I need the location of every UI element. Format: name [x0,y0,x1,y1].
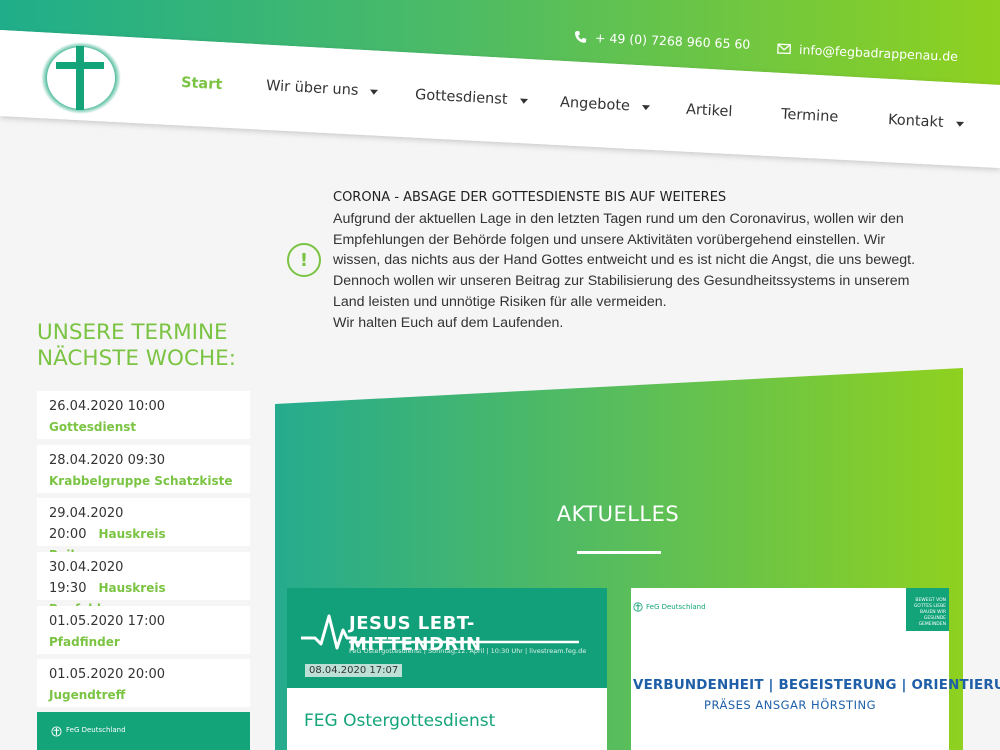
termine-banner[interactable]: FeG Deutschland [37,712,250,750]
news-title[interactable]: FEG Ostergottesdienst [304,711,495,731]
termin-event-type: Hauskreis [98,581,166,595]
aktuelles-title: AKTUELLES [556,502,680,526]
termin-datetime: 28.04.2020 09:30 [49,453,166,468]
termine-heading: UNSERE TERMINE NÄCHSTE WOCHE: [37,320,236,371]
termin-item[interactable]: 26.04.2020 10:00 Gottesdienst [37,391,250,439]
card-badge: BEWEGT VON GOTTES LIEBE BAUEN WIR GESUND… [906,588,949,631]
card-headline: VERBUNDENHEIT | BEGEISTERUNG | ORIENTIER… [633,678,1000,693]
notice-title: CORONA - ABSAGE DER GOTTESDIENSTE BIS AU… [333,190,727,205]
news-card-ostergottesdienst[interactable]: JESUS LEBT-MITTENDRIN FeG Ostergottesdie… [287,588,607,750]
exclamation-icon: ! [287,243,321,277]
termin-event: Jugendtreff [49,688,126,702]
termin-item[interactable]: 01.05.2020 20:00 Jugendtreff [37,659,250,707]
header-background [0,0,1000,168]
notice-footer: Wir halten Euch auf dem Laufenden. [333,314,564,331]
phone-icon [575,31,587,43]
caret-down-icon [955,121,964,127]
termin-event: Krabbelgruppe Schatzkiste [49,474,233,488]
nav-start[interactable]: Start [181,75,223,93]
banner-brand: FeG Deutschland [66,726,126,734]
caret-down-icon [370,89,379,95]
church-logo-icon[interactable] [38,40,124,116]
card-brand: FeG Deutschland [633,602,706,612]
termin-event-type: Hauskreis [98,527,166,541]
termin-event: Pfadfinder [49,635,120,649]
termin-datetime: 26.04.2020 10:00 [49,399,166,414]
cross-circle-icon [51,726,62,737]
nav-termine[interactable]: Termine [781,107,839,126]
termin-datetime: 01.05.2020 20:00 [49,667,166,682]
news-card-verbundenheit[interactable]: FeG Deutschland BEWEGT VON GOTTES LIEBE … [631,588,1000,750]
caret-down-icon [641,104,650,110]
termin-item[interactable]: 30.04.2020 19:30Hauskreis Bonfeld [37,552,250,616]
corona-notice: CORONA - ABSAGE DER GOTTESDIENSTE BIS AU… [333,188,933,334]
termin-item[interactable]: 28.04.2020 09:30 Krabbelgruppe Schatzkis… [37,445,250,493]
cross-circle-icon [633,602,643,612]
title-underline [577,551,661,554]
envelope-icon [777,43,792,55]
news-date: 08.04.2020 17:07 [305,664,403,677]
termin-item[interactable]: 29.04.2020 20:00Hauskreis Reihen [37,498,250,562]
termin-datetime: 01.05.2020 17:00 [49,614,166,629]
news-card-image[interactable]: JESUS LEBT-MITTENDRIN FeG Ostergottesdie… [287,588,607,688]
termin-item[interactable]: 01.05.2020 17:00 Pfadfinder [37,606,250,654]
nav-artikel[interactable]: Artikel [686,102,733,120]
card-subline: PRÄSES ANSGAR HÖRSTING [704,698,876,712]
caret-down-icon [519,98,528,104]
notice-body: Aufgrund der aktuellen Lage in den letzt… [333,210,916,310]
image-subtitle: FeG Ostergottesdienst | Sonntag,12. Apri… [349,647,587,655]
termin-event: Gottesdienst [49,420,137,434]
